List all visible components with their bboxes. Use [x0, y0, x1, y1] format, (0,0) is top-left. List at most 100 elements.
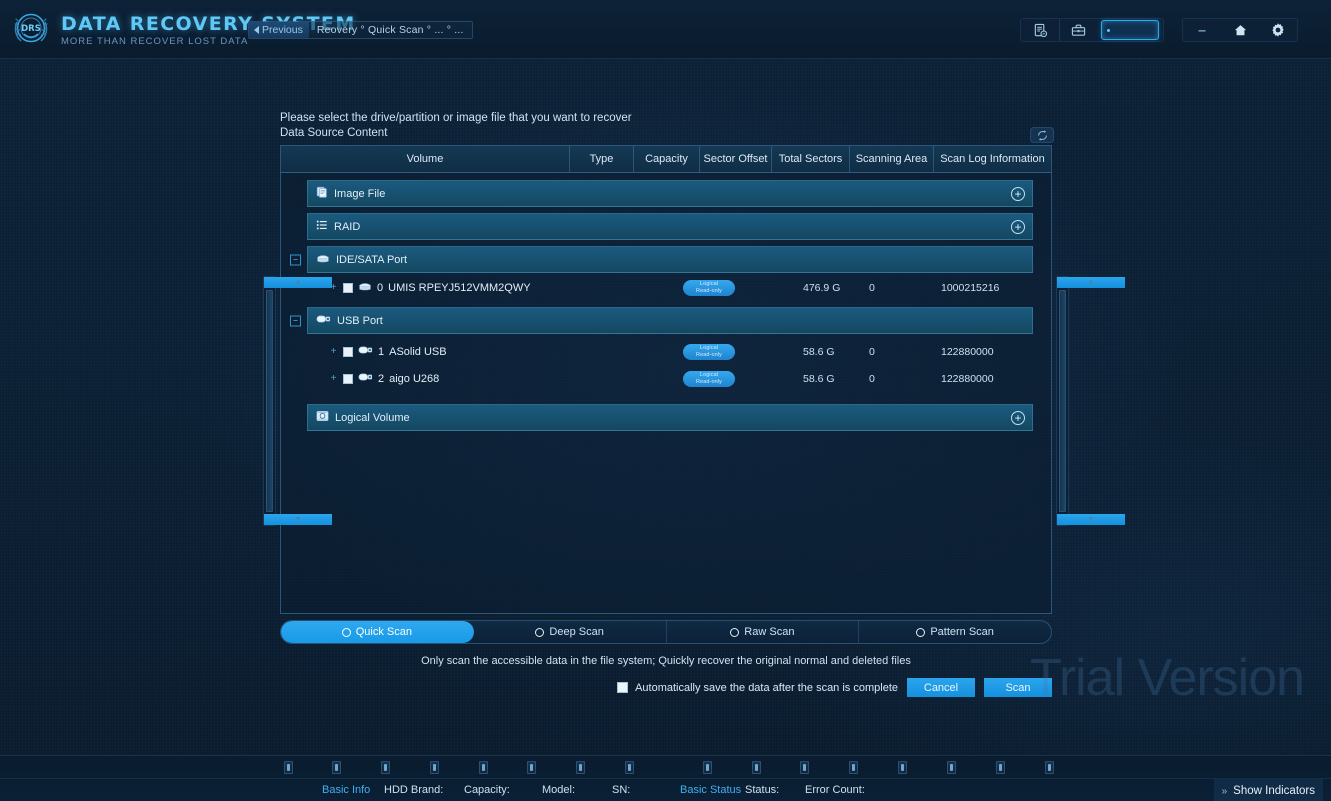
- table-row[interactable]: + 2 aigo U268 Logical Read-only 58.6 G 0…: [307, 365, 1033, 392]
- tab-label: Deep Scan: [549, 626, 604, 638]
- auto-save-checkbox[interactable]: [617, 682, 629, 693]
- column-header-scan-log[interactable]: Scan Log Information: [934, 146, 1051, 172]
- cell-sector-offset: 0: [869, 345, 875, 358]
- list-item-label: Image File: [334, 187, 386, 200]
- row-volume-label: aigo U268: [389, 372, 440, 385]
- add-image-file-icon[interactable]: +: [1011, 186, 1025, 201]
- tab-raw-scan[interactable]: Raw Scan: [667, 621, 860, 643]
- cell-sector-offset: 0: [869, 372, 875, 385]
- status-indicator[interactable]: [1045, 761, 1054, 774]
- window-controls: [1182, 18, 1298, 42]
- status-indicator[interactable]: [947, 761, 956, 774]
- title-bar: DRS DATA RECOVERY SYSTEM MORE THAN RECOV…: [0, 0, 1331, 59]
- column-header-scanning-area[interactable]: Scanning Area: [850, 146, 934, 172]
- column-header-volume[interactable]: Volume: [281, 146, 570, 172]
- titlebar-progress-field[interactable]: [1101, 20, 1159, 40]
- status-indicator[interactable]: [284, 761, 293, 774]
- tab-deep-scan[interactable]: Deep Scan: [474, 621, 667, 643]
- list-item[interactable]: Image File +: [307, 180, 1033, 207]
- row-volume-label: ASolid USB: [389, 345, 447, 358]
- table-body: Image File + RAID + − IDE/SATA Port + 0 …: [281, 173, 1051, 614]
- tab-label: Pattern Scan: [930, 626, 994, 638]
- table-row[interactable]: + 0 UMIS RPEYJ512VMM2QWY Logical Read-on…: [307, 274, 1033, 301]
- main-panel: Please select the drive/partition or ima…: [263, 112, 1125, 697]
- minimize-button[interactable]: [1183, 19, 1221, 41]
- home-icon[interactable]: [1221, 19, 1259, 41]
- scan-description: Only scan the accessible data in the fil…: [421, 655, 911, 667]
- list-item-group-ide-sata[interactable]: − IDE/SATA Port: [290, 246, 1033, 273]
- scan-mode-tabs: Quick Scan Deep Scan Raw Scan Pattern Sc…: [280, 620, 1052, 644]
- auto-save-option[interactable]: Automatically save the data after the sc…: [617, 682, 898, 694]
- status-indicator[interactable]: [752, 761, 761, 774]
- column-header-sector-offset[interactable]: Sector Offset: [700, 146, 772, 172]
- row-index: 1: [378, 345, 385, 358]
- add-raid-icon[interactable]: +: [1011, 219, 1025, 234]
- usb-device-icon: [358, 372, 373, 385]
- badge-line-2: Read-only: [696, 378, 722, 385]
- image-file-icon: [316, 186, 328, 201]
- cell-total-sectors: 1000215216: [941, 281, 1000, 294]
- status-indicator[interactable]: [430, 761, 439, 774]
- expand-icon[interactable]: +: [329, 347, 338, 357]
- right-scrollbar[interactable]: ▲ ▼: [1056, 276, 1125, 526]
- column-header-capacity[interactable]: Capacity: [634, 146, 700, 172]
- row-checkbox[interactable]: [343, 282, 353, 293]
- refresh-icon[interactable]: [1030, 127, 1054, 143]
- scrollbar-thumb[interactable]: [1059, 290, 1066, 512]
- scrollbar-thumb[interactable]: [266, 290, 273, 512]
- status-indicator[interactable]: [703, 761, 712, 774]
- expand-icon[interactable]: +: [329, 374, 338, 384]
- report-icon[interactable]: [1021, 19, 1059, 41]
- scroll-up-button[interactable]: ▲: [1057, 277, 1125, 288]
- status-indicator[interactable]: [898, 761, 907, 774]
- add-logical-volume-icon[interactable]: +: [1011, 410, 1025, 425]
- column-header-total-sectors[interactable]: Total Sectors: [772, 146, 850, 172]
- instruction-text: Please select the drive/partition or ima…: [280, 112, 632, 124]
- indicator-row: [0, 756, 1331, 778]
- list-item[interactable]: RAID +: [307, 213, 1033, 240]
- radio-icon: [730, 627, 740, 637]
- status-field: Basic Info: [322, 784, 371, 796]
- cancel-button[interactable]: Cancel: [907, 678, 975, 697]
- field-caret-icon: [1107, 28, 1110, 32]
- svg-text:DRS: DRS: [21, 24, 41, 34]
- cell-total-sectors: 122880000: [941, 372, 994, 385]
- left-scrollbar[interactable]: ▲ ▼: [263, 276, 332, 526]
- status-indicator[interactable]: [625, 761, 634, 774]
- status-indicator[interactable]: [996, 761, 1005, 774]
- status-indicator[interactable]: [479, 761, 488, 774]
- status-indicator[interactable]: [800, 761, 809, 774]
- badge-line-1: Logical: [699, 371, 719, 378]
- table-row[interactable]: + 1 ASolid USB Logical Read-only 58.6 G …: [307, 338, 1033, 365]
- app-root: DRS DATA RECOVERY SYSTEM MORE THAN RECOV…: [0, 0, 1331, 801]
- column-header-type[interactable]: Type: [570, 146, 634, 172]
- scroll-down-button[interactable]: ▼: [1057, 514, 1125, 525]
- list-item-label: RAID: [334, 220, 361, 233]
- table-header: Volume Type Capacity Sector Offset Total…: [281, 146, 1051, 173]
- badge-line-2: Read-only: [696, 287, 722, 294]
- row-checkbox[interactable]: [343, 373, 353, 384]
- action-bar: Automatically save the data after the sc…: [280, 678, 1052, 697]
- data-source-table: ▲ ▼ ▲ ▼ Volume Type Capacity Sector Offs…: [263, 145, 1125, 614]
- tab-quick-scan[interactable]: Quick Scan: [281, 621, 474, 643]
- status-indicator[interactable]: [527, 761, 536, 774]
- scan-button[interactable]: Scan: [984, 678, 1052, 697]
- cell-total-sectors: 122880000: [941, 345, 994, 358]
- settings-gear-icon[interactable]: [1259, 19, 1297, 41]
- toolbox-icon[interactable]: [1059, 19, 1097, 41]
- status-indicator[interactable]: [381, 761, 390, 774]
- status-indicator[interactable]: [576, 761, 585, 774]
- status-badge: Logical Read-only: [683, 370, 735, 387]
- tab-pattern-scan[interactable]: Pattern Scan: [859, 621, 1051, 643]
- status-indicator[interactable]: [849, 761, 858, 774]
- status-indicator[interactable]: [332, 761, 341, 774]
- list-item[interactable]: Logical Volume +: [307, 404, 1033, 431]
- collapse-toggle-icon[interactable]: −: [290, 254, 301, 265]
- show-indicators-button[interactable]: » Show Indicators: [1213, 779, 1323, 801]
- status-field: Basic Status: [680, 784, 742, 796]
- row-checkbox[interactable]: [343, 346, 353, 357]
- collapse-toggle-icon[interactable]: −: [290, 315, 301, 326]
- expand-icon[interactable]: +: [329, 283, 338, 293]
- list-item-group-usb[interactable]: − USB Port: [290, 307, 1033, 334]
- previous-button[interactable]: Previous: [249, 22, 309, 38]
